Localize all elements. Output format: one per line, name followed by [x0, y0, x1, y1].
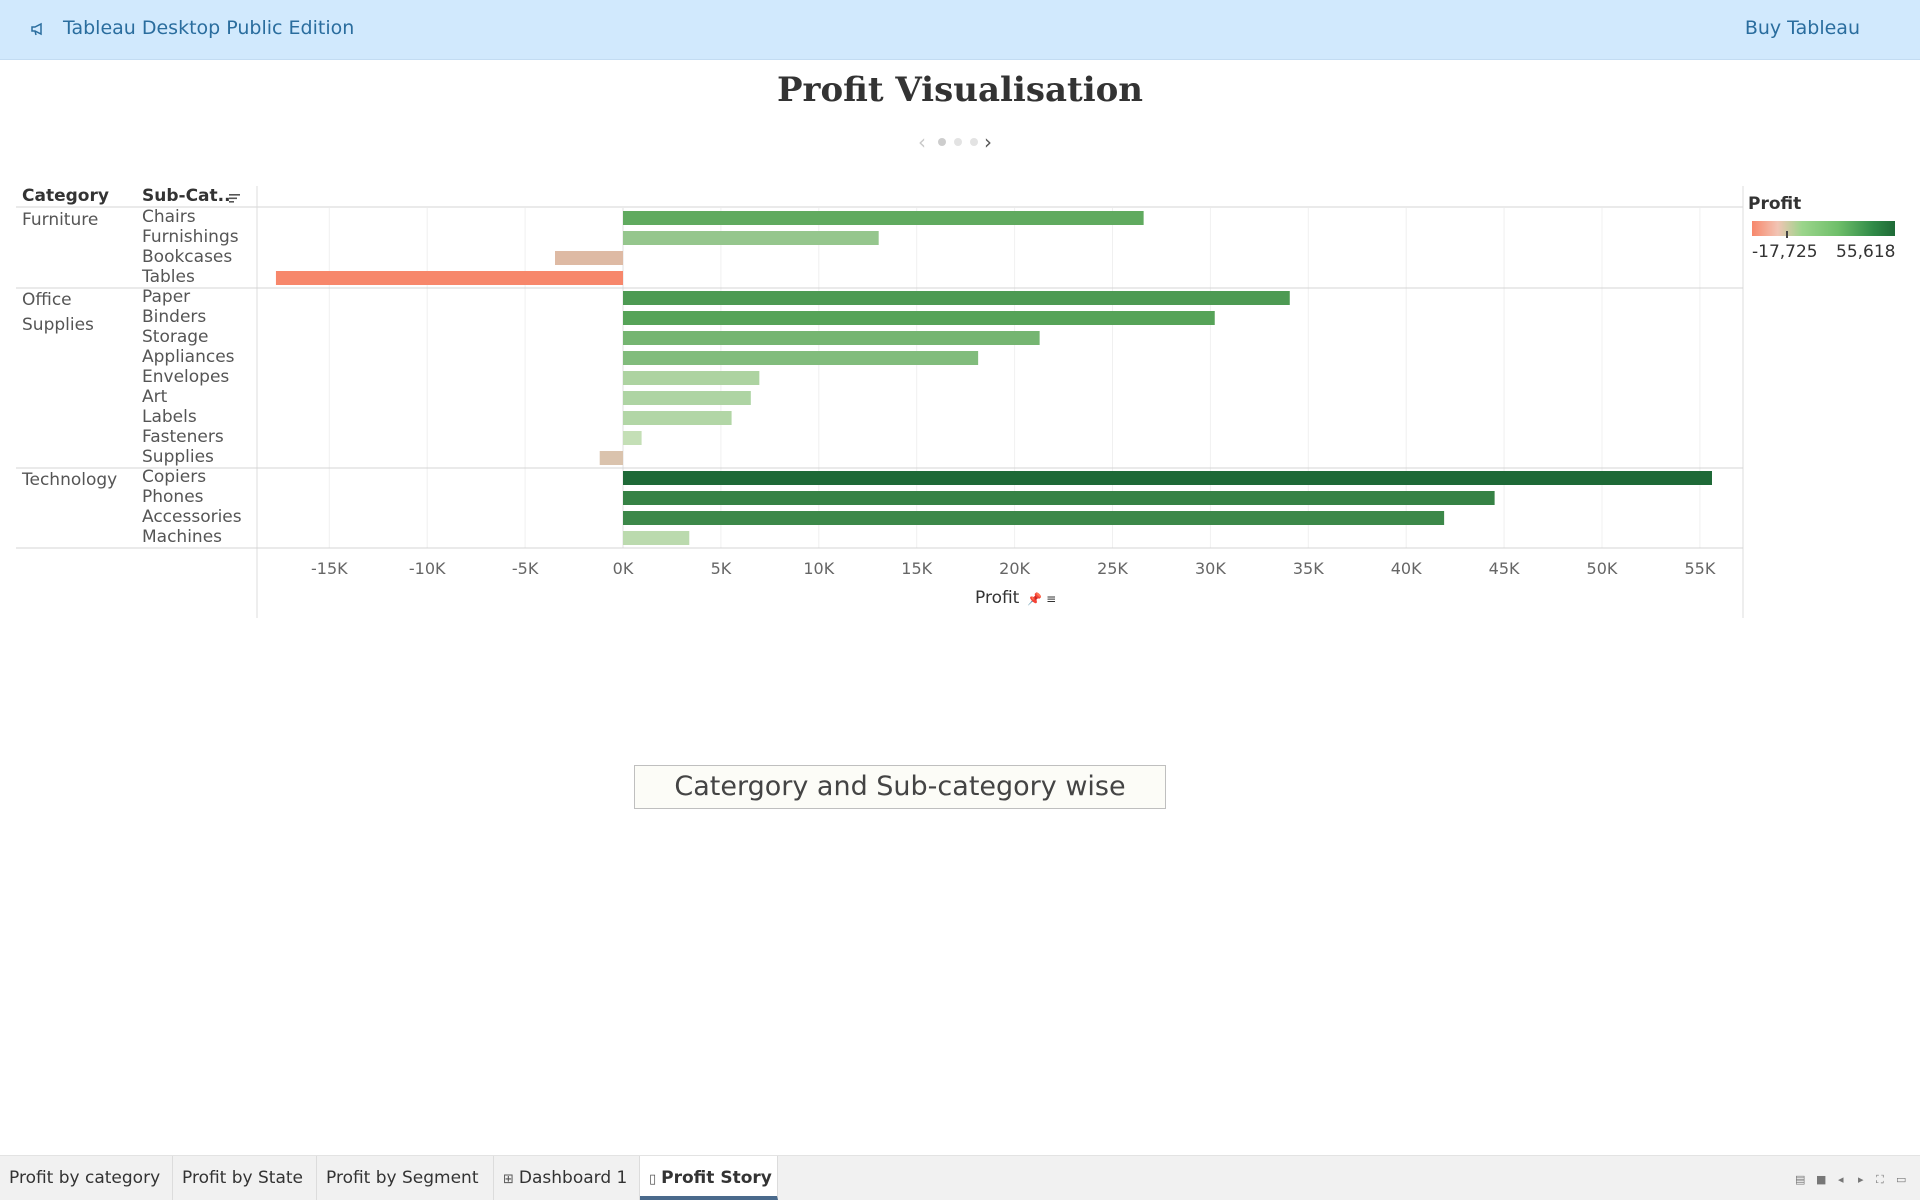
- bar-art[interactable]: [623, 391, 751, 405]
- legend-min-label: -17,725: [1752, 242, 1818, 262]
- tab-profit-story[interactable]: ▯ Profit Story: [640, 1156, 778, 1200]
- bar-bookcases[interactable]: [554, 251, 623, 265]
- bar-phones[interactable]: [623, 491, 1495, 505]
- bar-fasteners[interactable]: [623, 431, 642, 445]
- x-tick-label: 20K: [999, 559, 1030, 578]
- next-sheet-icon[interactable]: ▸: [1858, 1174, 1864, 1186]
- x-tick-label: 25K: [1097, 559, 1128, 578]
- bar-paper[interactable]: [623, 291, 1290, 305]
- show-filmstrip-icon[interactable]: ▤: [1795, 1174, 1805, 1186]
- x-tick-label: 50K: [1587, 559, 1618, 578]
- legend-max-label: 55,618: [1836, 242, 1896, 262]
- x-tick-label: 40K: [1391, 559, 1422, 578]
- sort-icon: ≡: [1046, 592, 1057, 606]
- previous-sheet-icon[interactable]: ◂: [1838, 1174, 1844, 1186]
- x-tick-label: 45K: [1489, 559, 1520, 578]
- bar-appliances[interactable]: [623, 351, 979, 365]
- bar-machines[interactable]: [623, 531, 690, 545]
- pin-icon: 📌: [1023, 592, 1043, 606]
- color-legend-gradient[interactable]: [1752, 221, 1895, 236]
- x-tick-label: -10K: [409, 559, 446, 578]
- bar-labels[interactable]: [623, 411, 732, 425]
- fullscreen-icon[interactable]: ⛶: [1876, 1174, 1884, 1186]
- bar-accessories[interactable]: [623, 511, 1445, 525]
- x-axis-title[interactable]: Profit 📌 ≡: [975, 588, 1056, 608]
- legend-marker: [1786, 231, 1788, 238]
- tab-profit-by-segment[interactable]: Profit by Segment: [317, 1156, 494, 1200]
- profit-bar-chart: -15K -10K -5K 0K 5K 10K 15K 20K 25K 30K 35K 40K 45K 5…: [16, 186, 1744, 618]
- tab-label: Profit by category: [9, 1168, 161, 1188]
- bar-storage[interactable]: [623, 331, 1040, 345]
- show-tabs-icon[interactable]: ■: [1816, 1174, 1826, 1186]
- x-tick-label: -15K: [311, 559, 348, 578]
- x-tick-label: 15K: [901, 559, 932, 578]
- tab-label: Dashboard 1: [518, 1168, 628, 1188]
- x-tick-label: -5K: [512, 559, 539, 578]
- x-tick-label: 0K: [613, 559, 634, 578]
- bar-tables[interactable]: [275, 271, 623, 285]
- tab-profit-by-category[interactable]: Profit by category: [0, 1156, 173, 1200]
- bar-envelopes[interactable]: [623, 371, 760, 385]
- x-tick-label: 10K: [803, 559, 834, 578]
- tab-label: Profit Story: [661, 1168, 772, 1188]
- tab-profit-by-state[interactable]: Profit by State: [173, 1156, 317, 1200]
- sheet-tab-bar: Profit by category Profit by State Profi…: [0, 1155, 1920, 1200]
- x-tick-label: 55K: [1684, 559, 1715, 578]
- bar-copiers[interactable]: [623, 471, 1712, 485]
- tab-label: Profit by Segment: [326, 1168, 479, 1188]
- dashboard-icon: ⊞: [503, 1172, 514, 1187]
- x-tick-label: 5K: [711, 559, 732, 578]
- story-icon: ▯: [649, 1172, 657, 1187]
- x-tick-label: 30K: [1195, 559, 1226, 578]
- tab-dashboard-1[interactable]: ⊞ Dashboard 1: [494, 1156, 640, 1200]
- story-point-caption[interactable]: Catergory and Sub-category wise: [634, 765, 1166, 809]
- x-tick-label: 35K: [1293, 559, 1324, 578]
- legend-title: Profit: [1748, 194, 1802, 214]
- x-axis-title-text: Profit: [975, 588, 1020, 608]
- bar-supplies[interactable]: [599, 451, 623, 465]
- tab-label: Profit by State: [182, 1168, 304, 1188]
- presentation-mode-icon[interactable]: ▭: [1896, 1174, 1906, 1186]
- bar-chairs[interactable]: [623, 211, 1144, 225]
- bar-furnishings[interactable]: [623, 231, 879, 245]
- bar-binders[interactable]: [623, 311, 1215, 325]
